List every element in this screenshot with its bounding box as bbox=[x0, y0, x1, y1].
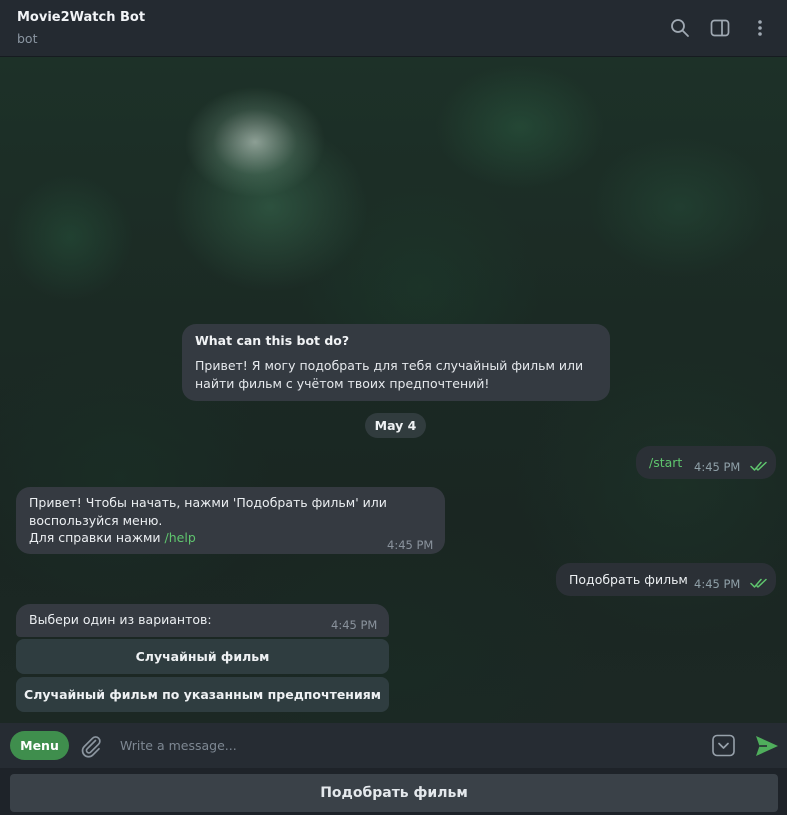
message-text-line: Для справки нажми /help bbox=[29, 529, 432, 547]
message-command[interactable]: /start bbox=[649, 454, 682, 472]
message-incoming[interactable]: Выбери один из вариантов: 4:45 PM bbox=[16, 604, 389, 637]
bot-menu-button[interactable]: Menu bbox=[10, 731, 69, 760]
message-text: Выбери один из вариантов: bbox=[29, 612, 212, 627]
chat-header: Movie2Watch Bot bot bbox=[0, 0, 787, 57]
read-checkmarks-icon bbox=[750, 578, 767, 588]
message-time: 4:45 PM bbox=[387, 538, 434, 552]
message-incoming[interactable]: Привет! Чтобы начать, нажми 'Подобрать ф… bbox=[16, 487, 445, 554]
date-separator[interactable]: May 4 bbox=[365, 413, 426, 438]
keyboard-toggle-icon[interactable] bbox=[711, 733, 736, 758]
message-input[interactable] bbox=[120, 733, 690, 758]
reply-keyboard: Подобрать фильм bbox=[0, 768, 787, 815]
message-composer: Menu bbox=[0, 723, 787, 768]
message-outgoing[interactable]: /start 4:45 PM bbox=[636, 446, 776, 479]
message-outgoing[interactable]: Подобрать фильм 4:45 PM bbox=[556, 563, 776, 596]
more-button[interactable] bbox=[745, 13, 775, 43]
message-text: Подобрать фильм bbox=[569, 572, 688, 587]
message-time: 4:45 PM bbox=[331, 618, 378, 632]
message-time: 4:45 PM bbox=[694, 460, 741, 474]
message-text-line: воспользуйся меню. bbox=[29, 512, 163, 528]
more-vertical-icon bbox=[758, 20, 762, 36]
bot-intro-card: What can this bot do? Привет! Я могу под… bbox=[182, 324, 610, 401]
read-checkmarks-icon bbox=[750, 461, 767, 471]
chat-info[interactable]: Movie2Watch Bot bot bbox=[17, 10, 145, 46]
bot-intro-text: Привет! Я могу подобрать для тебя случай… bbox=[195, 358, 584, 391]
header-actions bbox=[665, 13, 775, 43]
search-icon bbox=[671, 19, 689, 37]
message-time: 4:45 PM bbox=[694, 577, 741, 591]
bot-intro-title: What can this bot do? bbox=[195, 333, 350, 348]
message-text-line: Привет! Чтобы начать, нажми 'Подобрать ф… bbox=[29, 495, 387, 510]
paperclip-icon[interactable] bbox=[79, 734, 103, 758]
message-text: Для справки нажми bbox=[29, 530, 165, 545]
sidebar-toggle-icon bbox=[710, 19, 730, 37]
send-icon[interactable] bbox=[754, 733, 780, 759]
help-command-link[interactable]: /help bbox=[165, 530, 196, 545]
chat-title: Movie2Watch Bot bbox=[17, 10, 146, 25]
telegram-chat-window: Movie2Watch Bot bot What can this bot do… bbox=[0, 0, 787, 815]
reply-button-find-movie[interactable]: Подобрать фильм bbox=[10, 774, 778, 812]
sidebar-toggle-button[interactable] bbox=[705, 13, 735, 43]
inline-button-random-movie[interactable]: Случайный фильм bbox=[16, 639, 389, 674]
inline-button-random-movie-preferences[interactable]: Случайный фильм по указанным предпочтени… bbox=[16, 677, 389, 712]
chat-subtitle: bot bbox=[17, 31, 38, 46]
chat-history[interactable]: What can this bot do? Привет! Я могу под… bbox=[0, 57, 787, 723]
search-button[interactable] bbox=[665, 13, 695, 43]
